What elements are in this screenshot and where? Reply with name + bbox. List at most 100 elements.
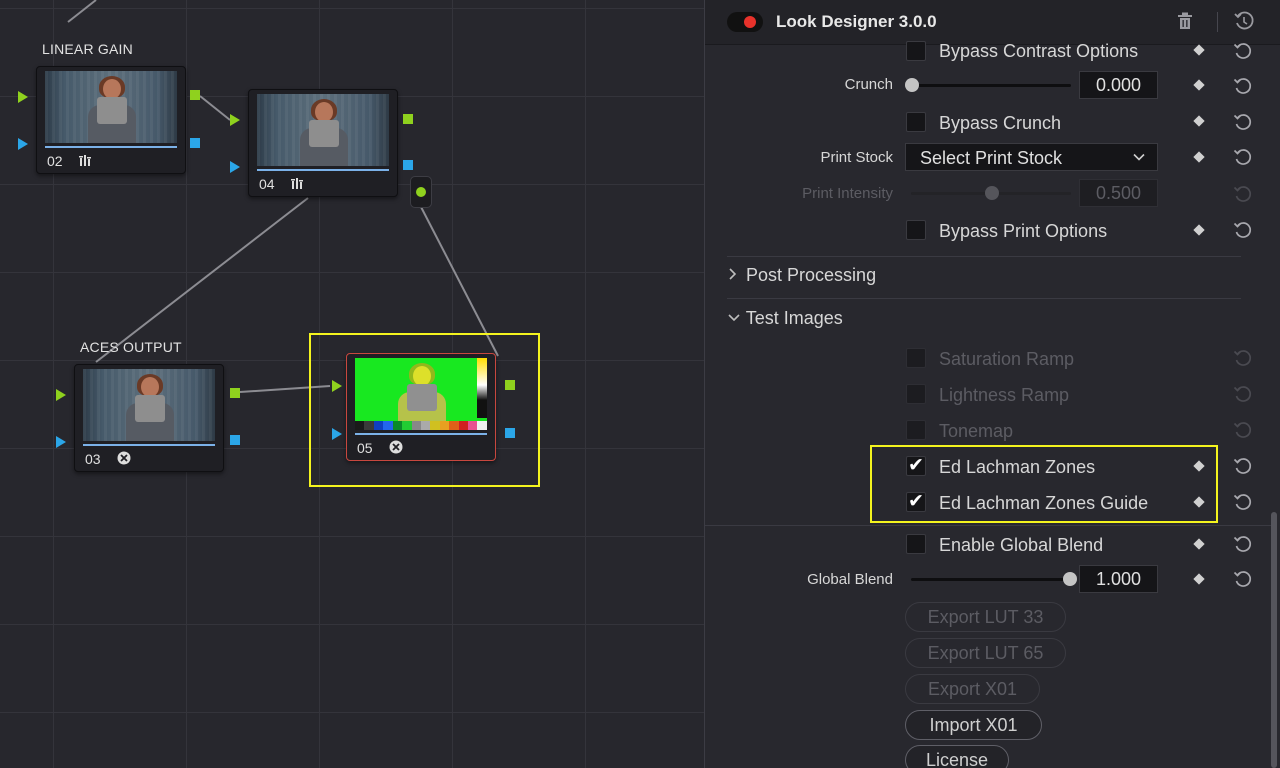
crunch-slider-thumb[interactable] [905, 78, 919, 92]
node-number: 04 [259, 176, 275, 192]
bypass-contrast-checkbox[interactable] [906, 41, 926, 61]
tonemap-label: Tonemap [939, 421, 1014, 441]
key-input-port[interactable] [18, 138, 28, 150]
export-x01-button[interactable]: Export X01 [905, 674, 1040, 704]
node-number: 03 [85, 451, 101, 467]
keyframe-diamond-icon[interactable] [1193, 573, 1205, 585]
print-stock-label: Print Stock [820, 149, 893, 166]
saturation-ramp-checkbox [906, 348, 926, 368]
chevron-right-icon [727, 265, 741, 286]
keyframe-diamond-icon[interactable] [1193, 115, 1205, 127]
section-test-images[interactable]: Test Images [727, 308, 843, 329]
node-thumbnail [83, 369, 215, 441]
license-button[interactable]: License [905, 745, 1009, 768]
node-label-linear-gain: LINEAR GAIN [42, 41, 133, 57]
reset-icon[interactable] [1233, 41, 1253, 61]
wire-04-03 [95, 197, 309, 363]
reset-icon[interactable] [1233, 76, 1253, 96]
key-output-port[interactable] [190, 138, 200, 148]
keyframe-diamond-icon[interactable] [1193, 224, 1205, 236]
crunch-label: Crunch [844, 76, 893, 93]
chevron-down-icon [1133, 147, 1145, 161]
key-output-port[interactable] [230, 435, 240, 445]
reset-icon [1233, 384, 1253, 404]
section-label: Test Images [745, 308, 843, 328]
keyframe-diamond-icon[interactable] [1193, 79, 1205, 91]
reset-icon[interactable] [1233, 112, 1253, 132]
reset-icon[interactable] [1233, 456, 1253, 476]
export-lut-65-button[interactable]: Export LUT 65 [905, 638, 1066, 668]
panel-scrollbar[interactable] [1271, 512, 1277, 768]
crunch-value[interactable]: 0.000 [1079, 71, 1158, 99]
effects-panel: Look Designer 3.0.0 Bypass Contrast Opti… [704, 0, 1280, 768]
reset-icon[interactable] [1233, 220, 1253, 240]
reset-icon [1233, 420, 1253, 440]
bypass-contrast-label: Bypass Contrast Options [939, 41, 1139, 61]
input-port[interactable] [230, 114, 240, 126]
crunch-slider[interactable] [911, 84, 1071, 87]
reset-icon[interactable] [1233, 569, 1253, 589]
wire-top-in [67, 0, 97, 23]
highlight-box [870, 445, 1218, 523]
node-tree-output[interactable] [410, 176, 432, 208]
node-04[interactable]: 04 [248, 89, 398, 197]
key-input-port[interactable] [230, 161, 240, 173]
node-graph[interactable]: LINEAR GAIN 02 04 ACES OUTPUT 03 05 [0, 0, 704, 768]
keyframe-diamond-icon[interactable] [1193, 538, 1205, 550]
aces-icon [117, 451, 133, 465]
output-port[interactable] [403, 114, 413, 124]
export-lut-33-button[interactable]: Export LUT 33 [905, 602, 1066, 632]
bypass-crunch-label: Bypass Crunch [939, 113, 1062, 133]
global-blend-slider-thumb[interactable] [1063, 572, 1077, 586]
bypass-print-checkbox[interactable] [906, 220, 926, 240]
section-post-processing[interactable]: Post Processing [727, 265, 876, 286]
node-02[interactable]: 02 [36, 66, 186, 174]
panel-title: Look Designer 3.0.0 [776, 12, 937, 31]
reset-all-icon[interactable] [1233, 10, 1255, 32]
import-x01-button[interactable]: Import X01 [905, 710, 1042, 740]
print-intensity-label: Print Intensity [802, 185, 893, 202]
node-label-aces-output: ACES OUTPUT [80, 339, 182, 355]
node-number: 02 [47, 153, 63, 169]
input-port[interactable] [56, 389, 66, 401]
node-thumbnail [45, 71, 177, 143]
bars-icon [291, 176, 307, 190]
bypass-crunch-checkbox[interactable] [906, 112, 926, 132]
trash-icon[interactable] [1177, 12, 1193, 30]
chevron-down-icon [727, 308, 741, 329]
output-port[interactable] [190, 90, 200, 100]
keyframe-diamond-icon[interactable] [1193, 44, 1205, 56]
keyframe-diamond-icon[interactable] [1193, 151, 1205, 163]
key-output-port[interactable] [403, 160, 413, 170]
print-intensity-slider-thumb[interactable] [985, 186, 999, 200]
global-blend-label: Global Blend [807, 571, 893, 588]
input-port[interactable] [18, 91, 28, 103]
saturation-ramp-label: Saturation Ramp [939, 349, 1075, 369]
print-stock-value: Select Print Stock [920, 148, 1063, 168]
reset-icon[interactable] [1233, 534, 1253, 554]
node-thumbnail [257, 94, 389, 166]
node-03[interactable]: 03 [74, 364, 224, 472]
wire-02-04 [199, 95, 231, 121]
section-label: Post Processing [746, 265, 877, 285]
print-stock-dropdown[interactable]: Select Print Stock [905, 143, 1158, 171]
panel-header: Look Designer 3.0.0 [705, 0, 1280, 45]
lightness-ramp-label: Lightness Ramp [939, 385, 1070, 405]
key-input-port[interactable] [56, 436, 66, 448]
output-port[interactable] [230, 388, 240, 398]
reset-icon[interactable] [1233, 492, 1253, 512]
global-blend-slider[interactable] [911, 578, 1071, 581]
effect-enable-toggle[interactable] [727, 12, 763, 32]
enable-global-blend-label: Enable Global Blend [939, 535, 1104, 555]
highlight-box [309, 333, 540, 487]
global-blend-value[interactable]: 1.000 [1079, 565, 1158, 593]
bypass-print-label: Bypass Print Options [939, 221, 1108, 241]
reset-icon[interactable] [1233, 147, 1253, 167]
print-intensity-value[interactable]: 0.500 [1079, 179, 1158, 207]
bars-icon [79, 153, 95, 167]
lightness-ramp-checkbox [906, 384, 926, 404]
tonemap-checkbox [906, 420, 926, 440]
enable-global-blend-checkbox[interactable] [906, 534, 926, 554]
reset-icon [1233, 184, 1253, 204]
reset-icon [1233, 348, 1253, 368]
